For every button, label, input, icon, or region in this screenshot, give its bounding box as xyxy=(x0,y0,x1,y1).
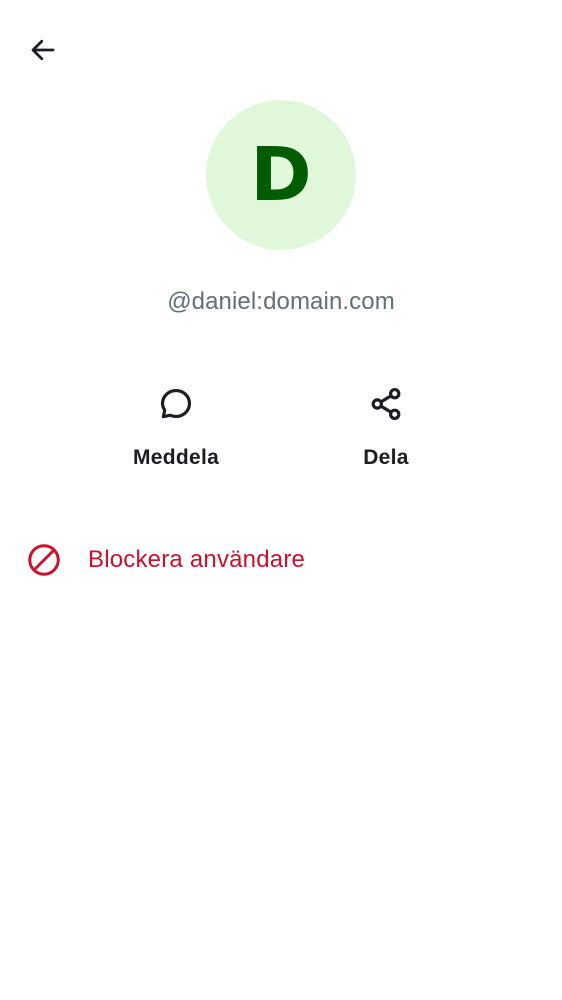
back-button[interactable] xyxy=(19,26,67,74)
share-label: Dela xyxy=(363,446,409,469)
block-user-button[interactable]: Blockera användare xyxy=(0,532,562,588)
share-button[interactable]: Dela xyxy=(311,380,461,470)
chat-bubble-icon xyxy=(152,380,200,428)
block-user-label: Blockera användare xyxy=(88,546,306,573)
share-icon xyxy=(362,380,410,428)
avatar-initial: D xyxy=(250,132,312,218)
avatar: D xyxy=(206,100,356,250)
block-icon xyxy=(24,540,64,580)
user-id: @daniel:domain.com xyxy=(167,288,395,315)
message-label: Meddela xyxy=(132,446,220,469)
message-button[interactable]: Meddela xyxy=(101,380,251,470)
arrow-left-icon xyxy=(31,39,55,61)
